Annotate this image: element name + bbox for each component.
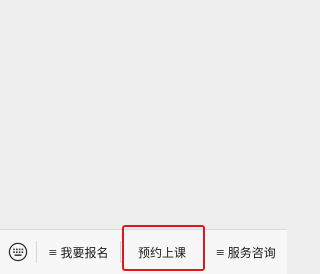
menu-item-label: 我要报名 [60,245,109,260]
menu-item-label: 预约上课 [138,245,187,260]
list-icon: ≡ [215,245,225,259]
keyboard-toggle-button[interactable] [0,230,36,274]
menu-item-service-consult[interactable]: ≡ 服务咨询 [204,230,287,274]
chat-screen: ≡ 我要报名 预约上课 ≡ 服务咨询 [0,0,287,274]
custom-menu-bar: ≡ 我要报名 预约上课 ≡ 服务咨询 [0,229,287,274]
menu-item-enroll[interactable]: ≡ 我要报名 [37,230,120,274]
chat-message-area [0,0,287,229]
list-icon: ≡ [48,245,58,259]
menu-item-label: 服务咨询 [227,245,276,260]
keyboard-icon [8,242,28,262]
menu-item-book-class[interactable]: 预约上课 [121,230,204,274]
